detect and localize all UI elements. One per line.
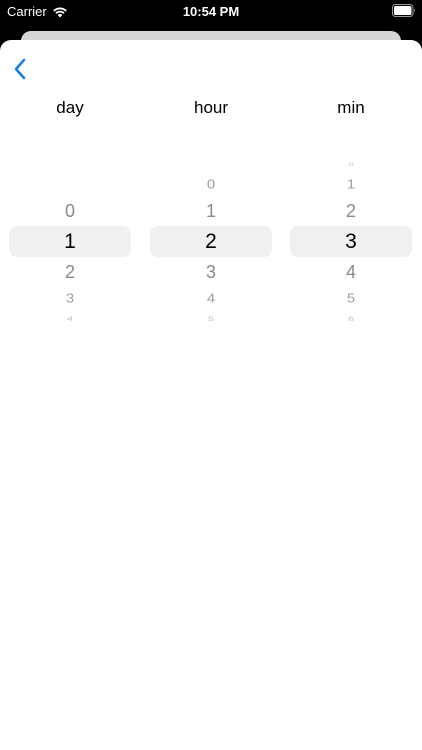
picker-option[interactable]: 2: [290, 202, 412, 220]
picker-option[interactable]: 3: [9, 292, 131, 305]
picker-option[interactable]: 4: [290, 263, 412, 281]
hour-picker[interactable]: 0 1 2 3 4 5: [150, 151, 272, 331]
status-time: 10:54 PM: [182, 4, 240, 19]
picker-option[interactable]: 0: [9, 202, 131, 220]
hour-column-header: hour: [193, 98, 229, 117]
picker-option[interactable]: 4: [150, 292, 272, 305]
picker-selected-value[interactable]: 1: [9, 231, 131, 252]
picker-option[interactable]: 4: [9, 316, 131, 322]
picker-selected-value[interactable]: 3: [290, 231, 412, 252]
day-picker[interactable]: 0 1 2 3 4: [9, 151, 131, 331]
chevron-left-icon: [14, 58, 26, 80]
picker-option[interactable]: 1: [150, 202, 272, 220]
picker-option[interactable]: 0: [150, 178, 272, 191]
day-column-header: day: [56, 98, 84, 117]
status-bar: Carrier 10:54 PM: [0, 0, 422, 24]
picker-option[interactable]: 2: [9, 263, 131, 281]
picker-option[interactable]: 0: [290, 161, 412, 167]
back-button[interactable]: [6, 54, 34, 84]
picker-option[interactable]: 5: [150, 316, 272, 322]
picker-option[interactable]: 5: [290, 292, 412, 305]
picker-option[interactable]: 1: [290, 178, 412, 191]
picker-option[interactable]: 3: [150, 263, 272, 281]
min-column-header: min: [337, 98, 365, 117]
picker-selected-value[interactable]: 2: [150, 231, 272, 252]
picker-option[interactable]: 6: [290, 316, 412, 322]
min-picker[interactable]: 0 1 2 3 4 5 6: [290, 151, 412, 331]
modal-sheet: day hour min 01234 012345 0123456: [0, 40, 422, 750]
battery-icon: [392, 4, 415, 17]
